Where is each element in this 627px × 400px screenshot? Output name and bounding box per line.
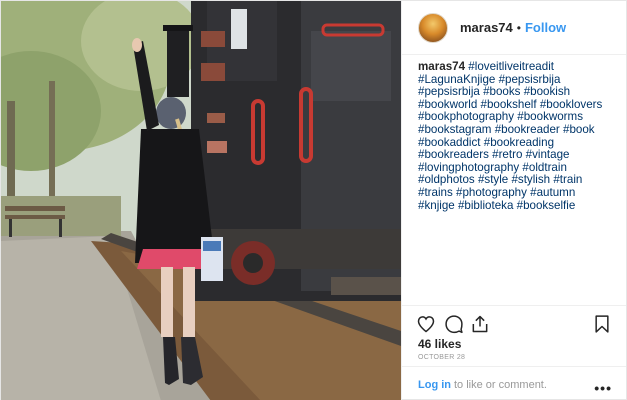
photo-scene (1, 1, 401, 400)
comment-prompt: to like or comment. (454, 378, 547, 391)
avatar[interactable] (418, 12, 448, 43)
post-header: maras74 • Follow (402, 1, 626, 55)
post-actions: 46 likes OCTOBER 28 Log in to like or co… (402, 305, 626, 400)
action-icons (416, 314, 612, 338)
separator-dot: • (516, 20, 521, 35)
login-link[interactable]: Log in (418, 379, 451, 391)
post-photo[interactable] (1, 1, 401, 400)
caption-username[interactable]: maras74 (418, 60, 465, 73)
instagram-post: maras74 • Follow maras74 #loveitliveitre… (0, 0, 627, 400)
post-caption: maras74 #loveitliveitreadit #LagunaKnjig… (418, 60, 614, 212)
username[interactable]: maras74 (460, 20, 513, 35)
caption-hashtags[interactable]: #loveitliveitreadit #LagunaKnjige #pepsi… (418, 60, 602, 212)
more-options-icon[interactable]: ••• (594, 380, 612, 396)
likes-count[interactable]: 46 likes (418, 337, 461, 351)
post-date: OCTOBER 28 (418, 354, 466, 361)
share-icon[interactable] (470, 314, 490, 334)
bookmark-icon[interactable] (592, 314, 612, 334)
post-sidebar: maras74 • Follow maras74 #loveitliveitre… (401, 1, 626, 400)
comment-bar: Log in to like or comment. ••• (402, 366, 626, 400)
comment-icon[interactable] (444, 314, 464, 334)
heart-icon[interactable] (416, 314, 436, 334)
follow-button[interactable]: Follow (525, 20, 566, 35)
